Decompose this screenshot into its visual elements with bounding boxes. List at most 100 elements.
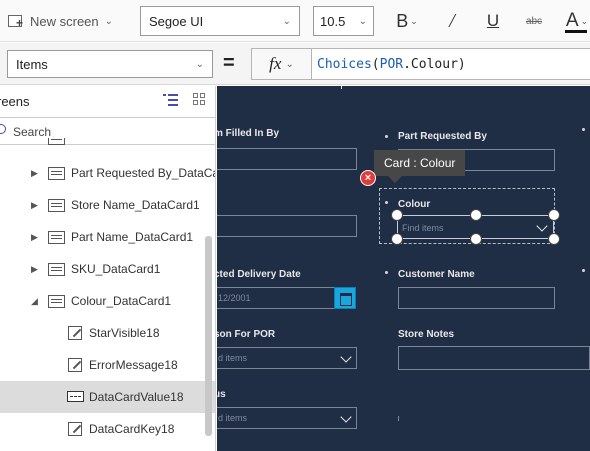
resize-handle[interactable]: [391, 209, 403, 221]
formula-paren: (: [371, 56, 380, 72]
underline-button[interactable]: U: [483, 8, 503, 34]
caret-right-icon: ▶: [31, 263, 38, 274]
font-color-button[interactable]: A ⌄: [562, 8, 590, 34]
caret-right-icon: ▶: [31, 231, 38, 242]
font-size-select[interactable]: 10.5 ⌄: [313, 6, 374, 36]
tree-item-label: Colour_DataCard1: [71, 294, 172, 308]
tree-header: reens: [0, 86, 215, 116]
chevron-down-icon: ⌄: [104, 15, 114, 27]
resize-handle[interactable]: [391, 233, 403, 245]
font-color-icon: A: [565, 10, 579, 31]
bold-icon: B: [396, 10, 409, 31]
caret-right-icon: ▶: [31, 167, 38, 178]
card-tooltip: Card : Colour: [374, 150, 466, 176]
card-icon: [48, 199, 65, 212]
field-label: son For POR: [217, 329, 276, 340]
text-input[interactable]: [217, 215, 357, 237]
required-star: [385, 201, 388, 204]
tree-item-label: Store Name_DataCard1: [71, 198, 200, 212]
required-star: [582, 269, 585, 272]
text-input[interactable]: [398, 346, 590, 370]
thumbnail-view-icon[interactable]: [193, 93, 206, 106]
fx-button[interactable]: fx ⌄: [251, 48, 312, 80]
chevron-down-icon: ⌄: [410, 15, 418, 26]
field-label: m Filled In By: [217, 128, 280, 139]
tree-item-label: SKU_DataCard1: [71, 262, 161, 276]
text-input[interactable]: [217, 148, 357, 170]
strikethrough-button[interactable]: abc: [522, 8, 546, 34]
tree-item[interactable]: StarVisible18: [0, 317, 215, 349]
field-label: Customer Name: [398, 269, 475, 280]
tree-item[interactable]: ▶ Store Name_DataCard1: [0, 189, 215, 221]
new-screen-button[interactable]: New screen ⌄: [6, 10, 113, 32]
chevron-down-icon: [340, 351, 352, 363]
card-icon: [48, 295, 65, 308]
property-value: Items: [16, 56, 48, 72]
tree-item[interactable]: ErrorMessage18: [0, 349, 215, 381]
tree-view-panel: reens ▶ Part Requested By_DataCard1 ▶ St…: [0, 86, 216, 451]
resize-handle[interactable]: [548, 209, 560, 221]
card-icon: [48, 167, 65, 180]
required-star: [385, 135, 388, 138]
font-family-value: Segoe UI: [149, 13, 204, 29]
tree-item-label: DataCardKey18: [89, 422, 175, 436]
font-size-value: 10.5: [320, 13, 346, 29]
field-label: cted Delivery Date: [217, 269, 301, 280]
formula-object: POR: [379, 56, 404, 72]
font-family-select[interactable]: Segoe UI ⌄: [140, 6, 300, 36]
formula-input[interactable]: Choices(POR .Colour): [312, 48, 590, 80]
tree-scrollbar[interactable]: [205, 236, 212, 436]
equals-sign: =: [223, 52, 235, 74]
edit-label-icon: [68, 326, 82, 340]
field-label: Store Notes: [398, 329, 455, 340]
card-icon: [48, 138, 65, 145]
text-input[interactable]: [398, 287, 555, 309]
new-screen-icon: [6, 13, 24, 30]
fx-icon: fx: [269, 54, 282, 73]
tree-item-label: Part Name_DataCard1: [71, 230, 194, 244]
field-label: us: [217, 389, 226, 400]
tree-item[interactable]: ◢ Colour_DataCard1: [0, 285, 215, 317]
tree-item[interactable]: ▶ Part Name_DataCard1: [0, 221, 215, 253]
required-star: [385, 271, 388, 274]
text-input-icon: [67, 391, 84, 402]
edit-label-icon: [68, 358, 82, 372]
dropdown-placeholder: d items: [218, 353, 248, 363]
italic-button[interactable]: /: [442, 8, 462, 34]
formula-function: Choices: [317, 56, 372, 72]
design-canvas[interactable]: m Filled In By Part Requested By / Colou…: [217, 86, 590, 451]
reason-dropdown[interactable]: d items: [217, 347, 357, 369]
formula-bar: Items ⌄ = fx ⌄ Choices(POR .Colour): [0, 43, 590, 85]
field-label: Colour: [398, 199, 431, 210]
caret-right-icon: ▶: [31, 199, 38, 210]
resize-handle[interactable]: [470, 209, 482, 221]
tree-item[interactable]: ▶ SKU_DataCard1: [0, 253, 215, 285]
edit-label-icon: [68, 422, 82, 436]
tree-item[interactable]: DataCardKey18: [0, 413, 215, 445]
tree-item-label: ErrorMessage18: [89, 358, 178, 372]
resize-handle[interactable]: [470, 233, 482, 245]
property-select[interactable]: Items ⌄: [7, 50, 213, 78]
resize-handle[interactable]: [548, 233, 560, 245]
calendar-icon[interactable]: [334, 287, 356, 309]
caret-down-icon: ◢: [31, 295, 38, 306]
chevron-down-icon: ⌄: [358, 15, 367, 27]
status-dropdown[interactable]: d items: [217, 407, 357, 429]
underline-icon: U: [486, 11, 500, 30]
bold-button[interactable]: B ⌄: [390, 8, 424, 34]
tree-item[interactable]: ▶ Part Requested By_DataCard1: [0, 157, 215, 189]
close-icon[interactable]: ×: [360, 170, 376, 186]
tree-item-partial[interactable]: [0, 138, 215, 152]
italic-icon: /: [449, 9, 455, 32]
chevron-down-icon: ⌄: [285, 58, 294, 70]
date-picker-input[interactable]: 12/2001: [217, 287, 335, 309]
chevron-down-icon: ⌄: [195, 58, 204, 70]
tree-view-icon[interactable]: [163, 93, 179, 107]
search-icon: [0, 124, 6, 134]
new-screen-label: New screen: [30, 13, 99, 29]
chevron-down-icon: ⌄: [282, 15, 291, 27]
field-label: Part Requested By: [398, 131, 487, 142]
tree-item-selected[interactable]: DataCardValue18: [0, 381, 215, 413]
tree-item-label: DataCardValue18: [89, 390, 184, 404]
chevron-down-icon: [340, 411, 352, 423]
